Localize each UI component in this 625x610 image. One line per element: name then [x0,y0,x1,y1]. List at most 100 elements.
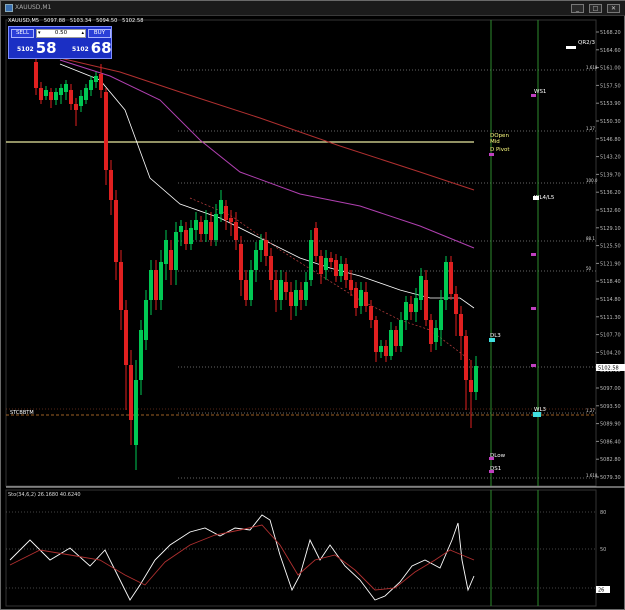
pivot-marker [489,153,494,156]
sell-price[interactable]: 5102 58 [17,39,57,57]
stoch-signal-line [9,524,475,591]
pivot-marker-white [533,196,539,200]
price-tick-label: 5111.30 [600,315,621,321]
candle-body [434,328,438,342]
candle-body [444,262,448,300]
candle-body [374,320,378,352]
candle-body [459,314,463,336]
candle-body [359,290,363,306]
price-tick-label: 5146.80 [600,137,621,143]
candle-body [99,74,103,90]
candle-body [139,330,143,380]
candle-body [44,90,48,96]
price-tick-label: 5086.40 [600,439,621,445]
candle-body [114,200,118,262]
pivot-marker [489,457,494,460]
candle-body [239,244,243,280]
price-tick-label: 5132.60 [600,208,621,214]
price-tick-label: 5114.80 [600,297,621,303]
fib-level-label: 1.618 [586,473,598,478]
candle-body [454,294,458,314]
ohlc-low: 5094.50 [96,18,118,24]
candle-body [344,264,348,280]
stoch-current-value: 26 [598,588,604,594]
pivot-marker-cyan [533,412,541,417]
lot-decrease-icon[interactable]: ▾ [38,30,41,37]
candle-body [144,300,148,340]
stoch-title: Sto(34,6,2) 26.1680 40.6240 [8,492,81,498]
candle-body [264,240,268,256]
lot-increase-icon[interactable]: ▴ [81,30,84,37]
candle-body [204,220,208,234]
candle-body [469,380,473,392]
candle-body [349,280,353,290]
pivot-marker [531,94,536,97]
candle-body [154,270,158,300]
buy-price[interactable]: 5102 68 [72,39,112,57]
candle-body [324,258,328,270]
candle-body [234,222,238,240]
price-tick-label: 5125.50 [600,244,621,250]
candle-body [184,230,188,244]
price-tick-label: 5139.70 [600,172,621,178]
candle-body [174,232,178,270]
candle-body [219,200,223,214]
candle-body [404,302,408,320]
ohlc-close: 5102.58 [122,18,144,24]
lot-size-input[interactable]: ▾ 0.50 ▴ [36,29,86,38]
price-tick-label: 5118.40 [600,279,621,285]
candle-body [109,170,113,200]
candle-body [244,280,248,300]
sell-button[interactable]: SELL [11,29,34,38]
candle-body [229,218,233,222]
candle-body [249,270,253,300]
candle-body [399,320,403,346]
buy-button[interactable]: BUY [88,29,111,38]
candle-body [269,256,273,280]
candle-body [439,300,443,330]
candle-body [119,262,123,310]
fib-level-label: 100.0 [586,178,598,183]
price-tick-label: 5157.50 [600,83,621,89]
ohlc-high: 5103.34 [69,18,92,24]
pivot-level-label: D Pivot [490,147,510,153]
price-tick-label: 5089.90 [600,422,621,428]
candle-body [224,206,228,220]
one-click-trading-panel: SELL ▾ 0.50 ▴ BUY 5102 58 5102 68 [8,26,112,59]
price-tick-label: 5168.20 [600,30,621,36]
pivot-marker-cyan [489,338,495,342]
candle-body [449,262,453,294]
candle-body [294,290,298,306]
candle-body [379,346,383,352]
candle-body [159,262,163,300]
candle-body [409,304,413,312]
candle-body [49,92,53,100]
trend-dashed-line [189,197,471,361]
candle-body [474,366,478,392]
candle-body [189,228,193,244]
ohlc-open: 5097.88 [43,18,66,24]
candle-body [64,84,68,92]
indicator-legend-text: STCBBTM [10,410,34,416]
pivot-marker [489,470,494,473]
ma-mid-magenta [59,59,475,249]
main-pane-border [5,19,597,487]
candle-body [74,104,78,110]
candle-body [214,214,218,240]
candle-body [364,292,368,306]
candle-body [124,310,128,365]
price-tick-label: 5107.70 [600,333,621,339]
candle-body [259,240,263,250]
price-chart[interactable]: 5168.20 5164.60 5161.00 5157.50 5153.90 5150.… [0,0,625,610]
candle-body [354,288,358,308]
price-tick-label: 5129.10 [600,226,621,232]
candle-body [79,96,83,106]
candle-body [334,260,338,276]
pivot-marker [531,364,536,367]
price-tick-label: 5082.80 [600,457,621,463]
candle-body [419,276,423,300]
price-tick-label: 5161.00 [600,66,621,72]
candle-body [284,282,288,292]
candle-body [394,330,398,346]
candle-body [299,290,303,300]
